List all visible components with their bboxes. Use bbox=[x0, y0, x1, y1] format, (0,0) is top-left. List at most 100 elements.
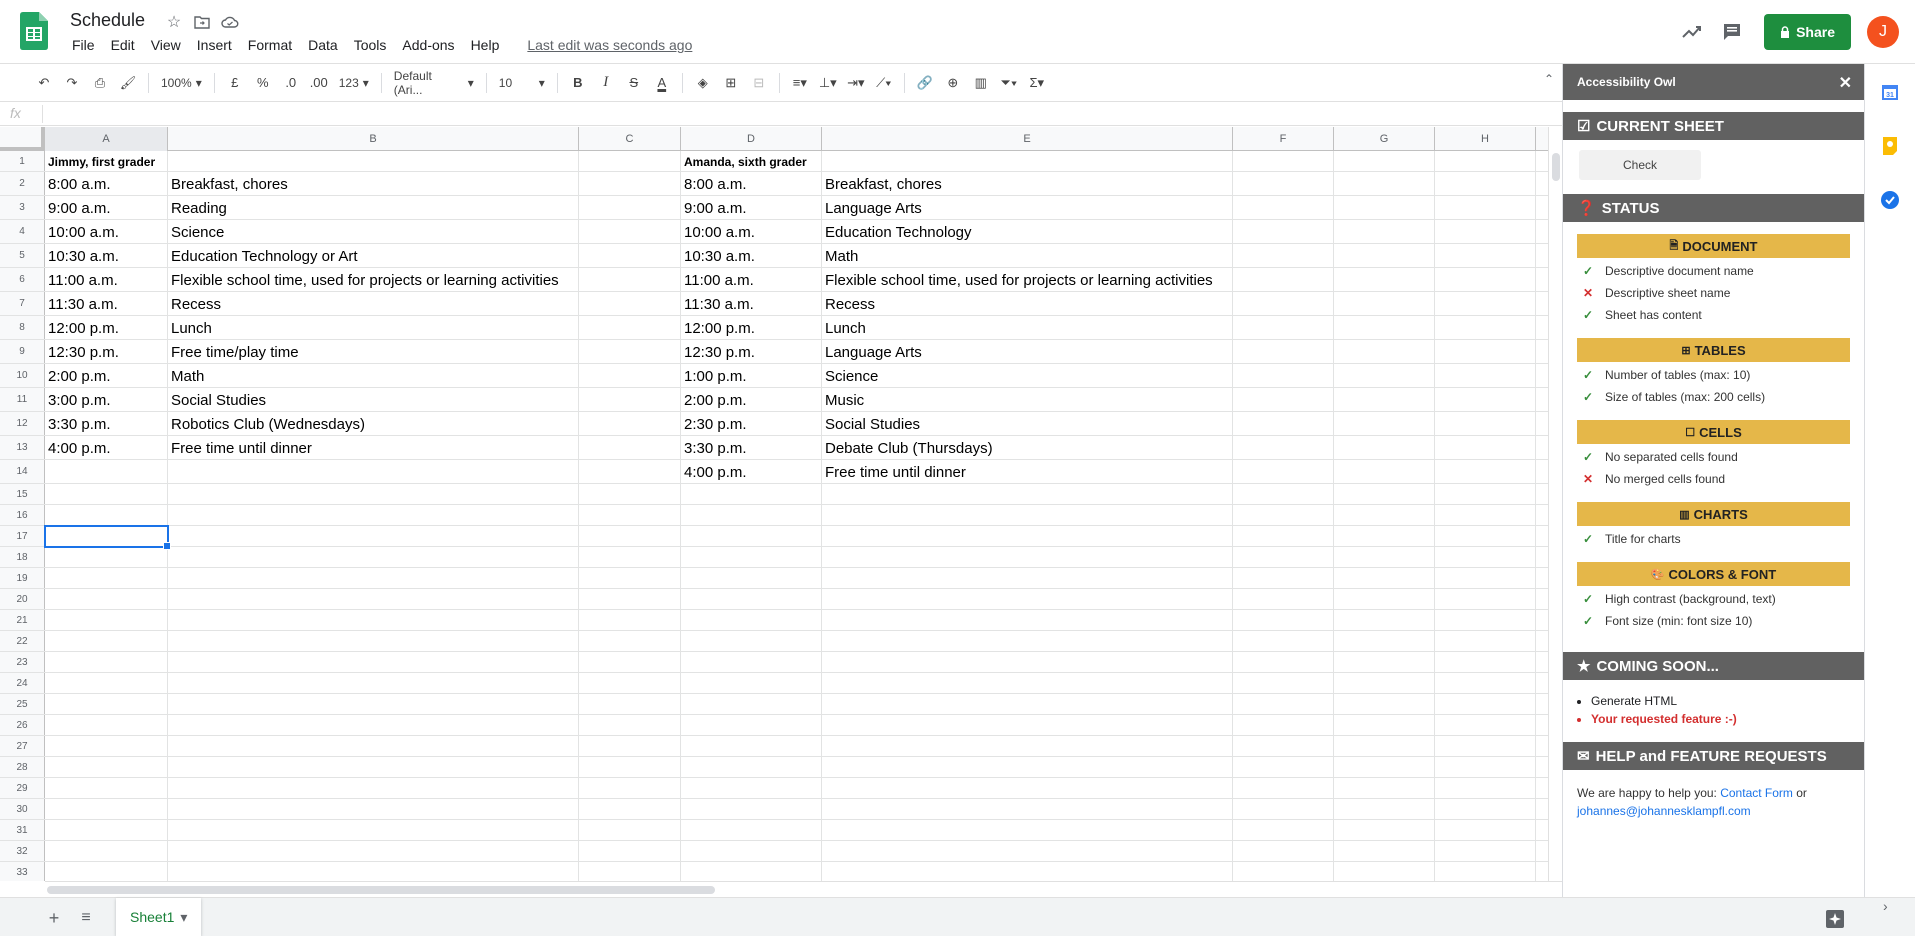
activity-dashboard-icon[interactable] bbox=[1672, 12, 1712, 52]
cell-b18[interactable] bbox=[168, 547, 579, 567]
cell-e23[interactable] bbox=[822, 652, 1233, 672]
cell-f4[interactable] bbox=[1233, 220, 1334, 243]
cell-a28[interactable] bbox=[45, 757, 168, 777]
cell-d22[interactable] bbox=[681, 631, 822, 651]
cell-b22[interactable] bbox=[168, 631, 579, 651]
cell-e10[interactable]: Science bbox=[822, 364, 1233, 387]
more-formats-select[interactable]: 123 ▾ bbox=[333, 76, 375, 90]
horizontal-scroll-thumb[interactable] bbox=[47, 886, 715, 894]
horizontal-align-icon[interactable]: ≡▾ bbox=[788, 71, 812, 95]
cell-h3[interactable] bbox=[1435, 196, 1536, 219]
zoom-select[interactable]: 100% ▾ bbox=[155, 76, 208, 90]
cell-c16[interactable] bbox=[579, 505, 681, 525]
cell-d13[interactable]: 3:30 p.m. bbox=[681, 436, 822, 459]
tasks-icon[interactable] bbox=[1880, 190, 1900, 210]
bold-icon[interactable]: B bbox=[566, 71, 590, 95]
cell-h24[interactable] bbox=[1435, 673, 1536, 693]
cell-g8[interactable] bbox=[1334, 316, 1435, 339]
cell-g21[interactable] bbox=[1334, 610, 1435, 630]
cell-b3[interactable]: Reading bbox=[168, 196, 579, 219]
row-header[interactable]: 30 bbox=[0, 799, 45, 819]
cell-f21[interactable] bbox=[1233, 610, 1334, 630]
cell-f26[interactable] bbox=[1233, 715, 1334, 735]
filter-icon[interactable]: ⏷▾ bbox=[997, 71, 1021, 95]
cell-f18[interactable] bbox=[1233, 547, 1334, 567]
cell-b33[interactable] bbox=[168, 862, 579, 881]
comment-icon[interactable]: ⊕ bbox=[941, 71, 965, 95]
row-header[interactable]: 6 bbox=[0, 268, 45, 291]
cell-h23[interactable] bbox=[1435, 652, 1536, 672]
cell-e12[interactable]: Social Studies bbox=[822, 412, 1233, 435]
cell-e1[interactable] bbox=[822, 151, 1233, 171]
cell-a11[interactable]: 3:00 p.m. bbox=[45, 388, 168, 411]
cell-a32[interactable] bbox=[45, 841, 168, 861]
cell-d27[interactable] bbox=[681, 736, 822, 756]
cell-c17[interactable] bbox=[579, 526, 681, 546]
merge-cells-icon[interactable]: ⊟ bbox=[747, 71, 771, 95]
cell-a31[interactable] bbox=[45, 820, 168, 840]
cell-g7[interactable] bbox=[1334, 292, 1435, 315]
cell-h12[interactable] bbox=[1435, 412, 1536, 435]
cell-g12[interactable] bbox=[1334, 412, 1435, 435]
cell-f5[interactable] bbox=[1233, 244, 1334, 267]
cell-f3[interactable] bbox=[1233, 196, 1334, 219]
font-size-select[interactable]: 10 ▾ bbox=[493, 76, 551, 90]
sheet-tab-sheet1[interactable]: Sheet1 ▾ bbox=[116, 898, 202, 936]
row-header[interactable]: 19 bbox=[0, 568, 45, 588]
cell-b27[interactable] bbox=[168, 736, 579, 756]
cell-d14[interactable]: 4:00 p.m. bbox=[681, 460, 822, 483]
cell-d1[interactable]: Amanda, sixth grader bbox=[681, 151, 822, 171]
cell-e33[interactable] bbox=[822, 862, 1233, 881]
cell-f29[interactable] bbox=[1233, 778, 1334, 798]
cell-a15[interactable] bbox=[45, 484, 168, 504]
cell-c32[interactable] bbox=[579, 841, 681, 861]
cell-f13[interactable] bbox=[1233, 436, 1334, 459]
cell-a9[interactable]: 12:30 p.m. bbox=[45, 340, 168, 363]
column-header-a[interactable]: A bbox=[45, 127, 168, 151]
check-button[interactable]: Check bbox=[1579, 150, 1701, 180]
cell-b6[interactable]: Flexible school time, used for projects … bbox=[168, 268, 579, 291]
move-folder-icon[interactable] bbox=[192, 12, 212, 32]
cell-f7[interactable] bbox=[1233, 292, 1334, 315]
cell-b1[interactable] bbox=[168, 151, 579, 171]
cell-c3[interactable] bbox=[579, 196, 681, 219]
cell-h25[interactable] bbox=[1435, 694, 1536, 714]
row-header[interactable]: 9 bbox=[0, 340, 45, 363]
cell-h9[interactable] bbox=[1435, 340, 1536, 363]
cell-g17[interactable] bbox=[1334, 526, 1435, 546]
font-select[interactable]: Default (Ari... ▾ bbox=[388, 69, 480, 97]
cell-g3[interactable] bbox=[1334, 196, 1435, 219]
cell-g2[interactable] bbox=[1334, 172, 1435, 195]
cell-h26[interactable] bbox=[1435, 715, 1536, 735]
cell-f20[interactable] bbox=[1233, 589, 1334, 609]
cell-e14[interactable]: Free time until dinner bbox=[822, 460, 1233, 483]
cell-c2[interactable] bbox=[579, 172, 681, 195]
cell-c33[interactable] bbox=[579, 862, 681, 881]
select-all-corner[interactable] bbox=[0, 127, 45, 151]
cell-h28[interactable] bbox=[1435, 757, 1536, 777]
cell-d8[interactable]: 12:00 p.m. bbox=[681, 316, 822, 339]
cell-d32[interactable] bbox=[681, 841, 822, 861]
cell-f19[interactable] bbox=[1233, 568, 1334, 588]
cell-e16[interactable] bbox=[822, 505, 1233, 525]
cell-c29[interactable] bbox=[579, 778, 681, 798]
row-header[interactable]: 22 bbox=[0, 631, 45, 651]
row-header[interactable]: 16 bbox=[0, 505, 45, 525]
cell-a6[interactable]: 11:00 a.m. bbox=[45, 268, 168, 291]
cell-d21[interactable] bbox=[681, 610, 822, 630]
cell-e3[interactable]: Language Arts bbox=[822, 196, 1233, 219]
row-header[interactable]: 21 bbox=[0, 610, 45, 630]
cell-d5[interactable]: 10:30 a.m. bbox=[681, 244, 822, 267]
cell-a1[interactable]: Jimmy, first grader bbox=[45, 151, 168, 171]
cell-d33[interactable] bbox=[681, 862, 822, 881]
cell-a23[interactable] bbox=[45, 652, 168, 672]
cell-a14[interactable] bbox=[45, 460, 168, 483]
cell-f12[interactable] bbox=[1233, 412, 1334, 435]
collapse-toolbar-icon[interactable]: ⌃ bbox=[1544, 72, 1554, 86]
row-header[interactable]: 5 bbox=[0, 244, 45, 267]
cell-g6[interactable] bbox=[1334, 268, 1435, 291]
cell-f32[interactable] bbox=[1233, 841, 1334, 861]
column-header-b[interactable]: B bbox=[168, 127, 579, 151]
cell-h30[interactable] bbox=[1435, 799, 1536, 819]
cell-g16[interactable] bbox=[1334, 505, 1435, 525]
